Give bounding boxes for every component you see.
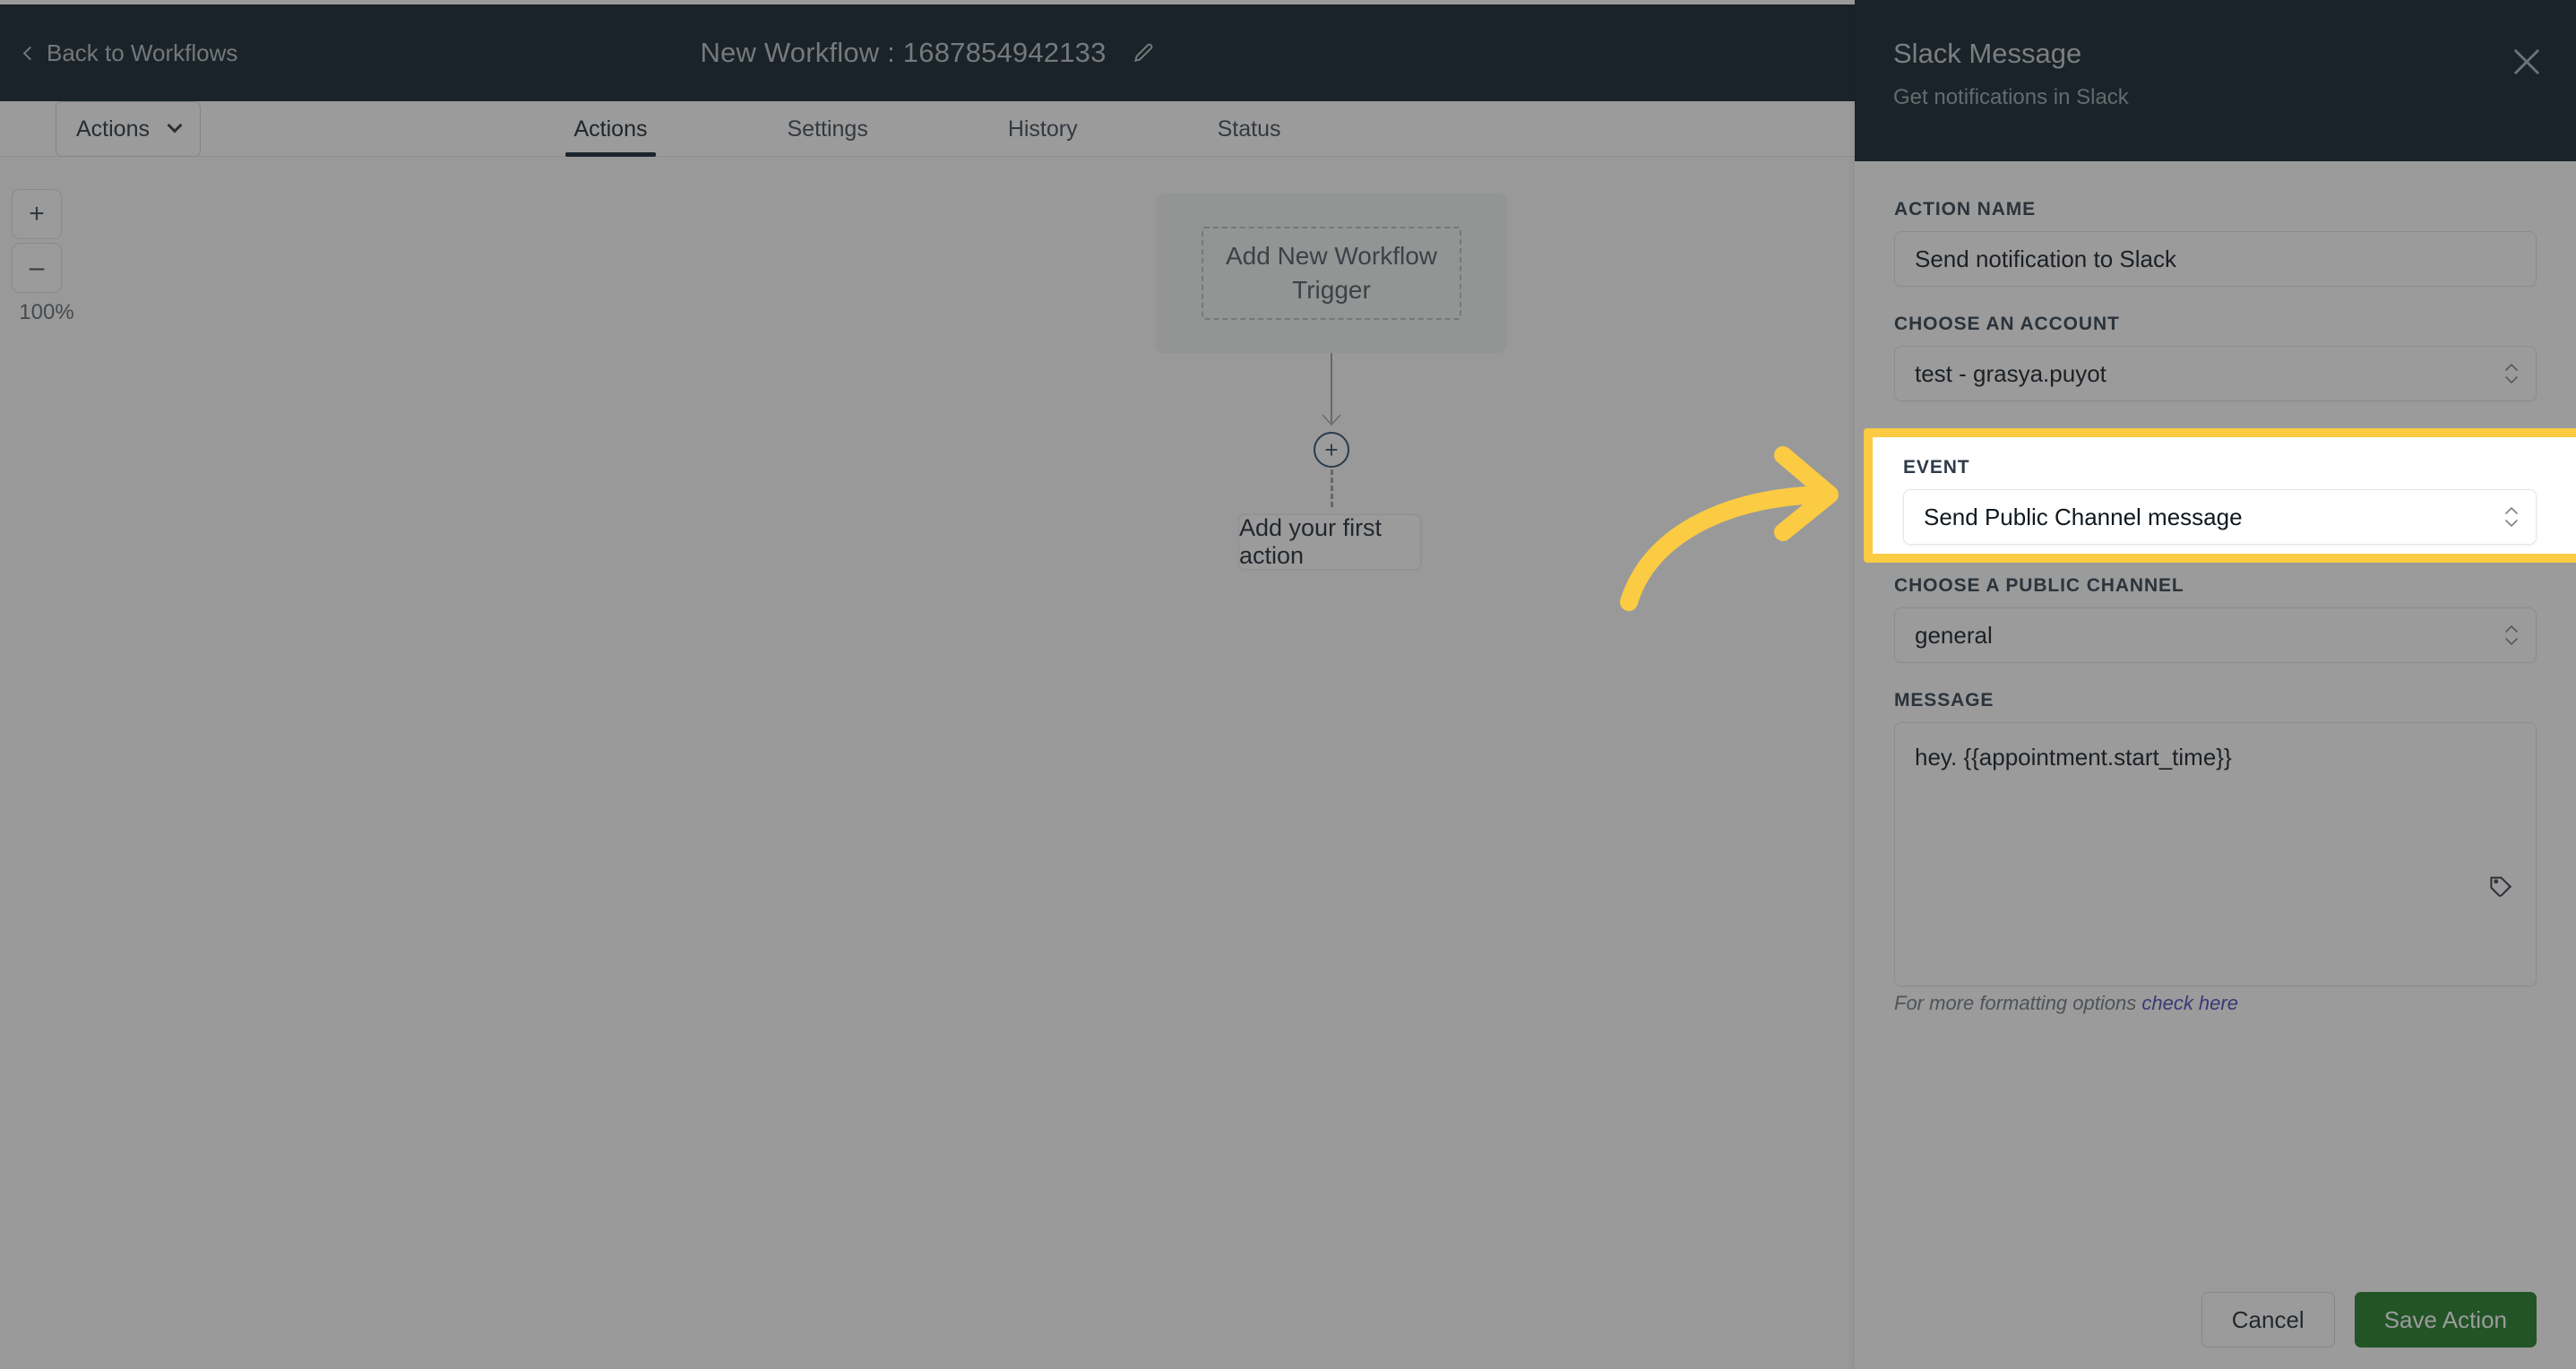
page-title: New Workflow : 1687854942133 xyxy=(700,37,1107,68)
field-channel: CHOOSE A PUBLIC CHANNEL general xyxy=(1894,575,2537,663)
zoom-out-button[interactable]: – xyxy=(12,243,62,293)
tab-status-label: Status xyxy=(1217,116,1281,142)
stepper-updown-icon xyxy=(2505,625,2518,645)
workflow-canvas[interactable]: + – 100% Add New Workflow Trigger + Add … xyxy=(0,158,1855,1369)
connector-arrowhead-icon xyxy=(1322,414,1341,426)
message-label: MESSAGE xyxy=(1894,690,1994,710)
add-step-button[interactable]: + xyxy=(1314,432,1349,468)
cancel-button[interactable]: Cancel xyxy=(2201,1292,2335,1347)
add-trigger-placeholder[interactable]: Add New Workflow Trigger xyxy=(1202,227,1461,320)
add-first-action-button[interactable]: Add your first action xyxy=(1238,514,1421,570)
event-value: Send Public Channel message xyxy=(1924,503,2243,530)
connector-dashed-line xyxy=(1331,469,1333,507)
event-select[interactable]: Send Public Channel message xyxy=(1903,489,2537,545)
zoom-in-button[interactable]: + xyxy=(12,189,62,239)
close-icon[interactable] xyxy=(2508,43,2546,81)
stepper-updown-icon xyxy=(2505,507,2518,527)
panel-header: Slack Message Get notifications in Slack xyxy=(1855,0,2576,161)
message-helper-prefix: For more formatting options xyxy=(1894,992,2142,1014)
tab-settings-label: Settings xyxy=(787,116,868,142)
field-action-name: ACTION NAME Send notification to Slack xyxy=(1894,199,2537,287)
channel-select[interactable]: general xyxy=(1894,607,2537,663)
app-root: Back to Workflows New Workflow : 1687854… xyxy=(0,0,2576,1369)
panel-footer: Cancel Save Action xyxy=(1855,1270,2576,1369)
check-here-link[interactable]: check here xyxy=(2141,992,2238,1014)
flow-connector: + xyxy=(1156,353,1507,514)
event-label: EVENT xyxy=(1903,457,1970,478)
panel-body: ACTION NAME Send notification to Slack C… xyxy=(1855,161,2576,1270)
message-helper-text: For more formatting options check here xyxy=(1894,992,2537,1015)
channel-value: general xyxy=(1915,621,1993,649)
zoom-controls: + – 100% xyxy=(12,189,82,325)
message-value: hey. {{appointment.start_time}} xyxy=(1915,744,2232,771)
workflow-title-group: New Workflow : 1687854942133 xyxy=(0,4,1855,101)
zoom-level-label: 100% xyxy=(19,300,74,324)
plus-circle-icon: + xyxy=(1324,436,1339,463)
tab-actions-label: Actions xyxy=(573,116,648,142)
panel-subtitle: Get notifications in Slack xyxy=(1893,85,2129,109)
connector-line xyxy=(1331,353,1332,423)
message-textarea[interactable]: hey. {{appointment.start_time}} xyxy=(1894,722,2537,986)
workflow-trigger-card[interactable]: Add New Workflow Trigger xyxy=(1156,194,1507,353)
panel-title: Slack Message xyxy=(1893,38,2082,69)
tab-status[interactable]: Status xyxy=(1209,101,1290,157)
tab-actions[interactable]: Actions xyxy=(564,101,657,157)
field-account: CHOOSE AN ACCOUNT test - grasya.puyot xyxy=(1894,314,2537,401)
tab-history[interactable]: History xyxy=(999,101,1087,157)
add-first-action-label: Add your first action xyxy=(1239,514,1383,569)
save-action-button[interactable]: Save Action xyxy=(2354,1292,2537,1347)
tab-settings[interactable]: Settings xyxy=(778,101,876,157)
action-name-value: Send notification to Slack xyxy=(1915,245,2176,272)
account-label: CHOOSE AN ACCOUNT xyxy=(1894,314,2120,334)
tab-history-label: History xyxy=(1007,116,1078,142)
event-field-highlight: EVENT Send Public Channel message xyxy=(1864,428,2576,563)
action-name-input[interactable]: Send notification to Slack xyxy=(1894,231,2537,287)
account-value: test - grasya.puyot xyxy=(1915,359,2106,387)
slack-message-panel: Slack Message Get notifications in Slack… xyxy=(1855,0,2576,1369)
workflow-flow: Add New Workflow Trigger + Add your firs… xyxy=(1156,194,1507,570)
tag-icon[interactable] xyxy=(2487,873,2514,900)
channel-label: CHOOSE A PUBLIC CHANNEL xyxy=(1894,575,2184,596)
field-message: MESSAGE hey. {{appointment.start_time}} … xyxy=(1894,690,2537,1015)
action-name-label: ACTION NAME xyxy=(1894,199,2037,220)
app-layer: Back to Workflows New Workflow : 1687854… xyxy=(0,0,2576,1369)
tab-list: Actions Settings History Status xyxy=(0,101,1855,157)
stepper-updown-icon xyxy=(2505,364,2518,383)
zoom-in-icon: + xyxy=(29,199,45,228)
zoom-out-icon: – xyxy=(29,253,45,282)
account-select[interactable]: test - grasya.puyot xyxy=(1894,346,2537,401)
pencil-icon[interactable] xyxy=(1132,41,1155,65)
